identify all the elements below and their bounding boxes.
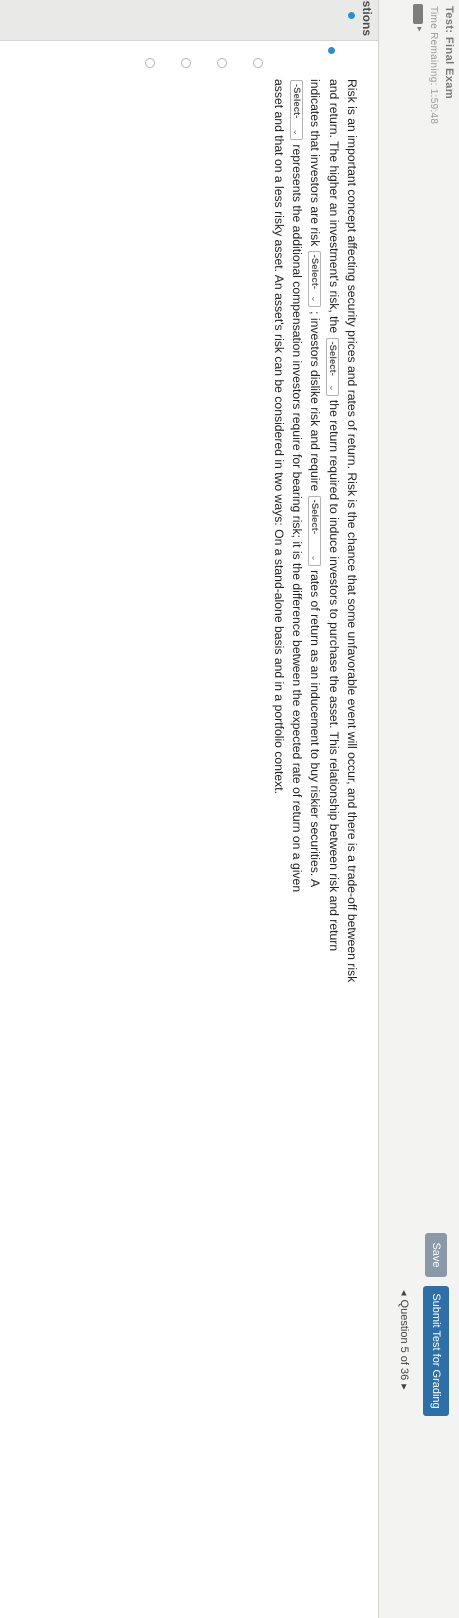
answer-radio-icon[interactable] (145, 58, 155, 68)
test-title: Test: Final Exam (443, 6, 455, 99)
submit-test-button[interactable]: Submit Test for Grading (423, 1286, 449, 1416)
answer-radio-icon[interactable] (217, 58, 227, 68)
question-text-segment: indicates that investors are risk (308, 79, 323, 247)
select-placeholder: -Select- (327, 341, 339, 376)
chevron-down-icon: ⌄ (328, 383, 339, 392)
page-header: Test: Final Exam Time Remaining: 1:59:48… (378, 0, 459, 1618)
question-text-segment: and return. The higher an investment's r… (326, 79, 341, 334)
question-list-bullet-icon[interactable] (348, 12, 355, 19)
question-line: and return. The higher an investment's r… (324, 79, 342, 1607)
previous-question-icon[interactable]: ◂ (398, 1290, 411, 1296)
question-text-segment: rates of return as an inducement to buy … (308, 570, 323, 888)
question-line: asset and that on a less risky asset. An… (271, 79, 286, 795)
time-remaining: Time Remaining: 1:59:48 (428, 6, 439, 125)
question-text-segment: the return required to induce investors … (326, 399, 341, 952)
panel-toggle-icon[interactable] (413, 4, 423, 24)
select-required-rates[interactable]: -Select- ⌄ (308, 495, 322, 566)
save-button[interactable]: Save (425, 1233, 447, 1277)
select-placeholder: -Select- (290, 84, 302, 119)
sidebar-label: estions (360, 0, 374, 37)
chevron-down-icon: ⌄ (310, 554, 321, 562)
select-risk-premium-term[interactable]: -Select- ⌄ (289, 80, 303, 140)
select-risk-attitude[interactable]: -Select- ⌄ (308, 250, 322, 307)
question-status-bullet-icon (328, 47, 335, 54)
question-text-segment: represents the additional compensation i… (290, 144, 305, 893)
question-line: indicates that investors are risk -Selec… (306, 79, 324, 1607)
question-text-segment: ; investors dislike risk and require (308, 311, 323, 492)
questions-sidebar: estions (0, 0, 378, 41)
answer-radio-icon[interactable] (181, 58, 191, 68)
panel-toggle-arrow-icon[interactable]: ▸ (414, 27, 425, 32)
question-line: -Select- ⌄ represents the additional comp… (288, 79, 306, 1607)
select-risk-return-relation[interactable]: -Select- ⌄ (326, 337, 340, 396)
select-placeholder: -Select- (309, 499, 321, 534)
question-text: Risk is an important concept affecting s… (270, 79, 361, 1607)
select-placeholder: -Select- (309, 254, 321, 290)
question-line: Risk is an important concept affecting s… (345, 79, 359, 983)
question-navigation: ◂ Question 5 of 36 ▸ (398, 1290, 411, 1390)
answer-radio-icon[interactable] (253, 58, 263, 68)
chevron-down-icon: ⌄ (291, 128, 302, 136)
chevron-down-icon: ⌄ (310, 295, 321, 303)
question-counter: Question 5 of 36 (398, 1299, 411, 1381)
test-page: Test: Final Exam Time Remaining: 1:59:48… (0, 0, 459, 1618)
next-question-icon[interactable]: ▸ (398, 1384, 411, 1390)
